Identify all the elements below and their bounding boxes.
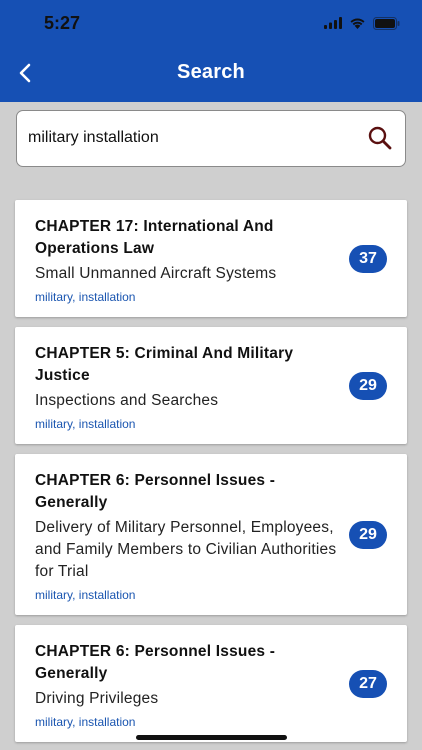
page-title: Search [177,61,245,83]
result-tags: military, installation [35,588,136,602]
result-count-badge: 27 [349,669,387,698]
search-bar [16,110,406,167]
result-card[interactable]: CHAPTER 6: Personnel Issues - Generally … [15,454,407,615]
result-chapter-title: CHAPTER 5: Criminal And Military Justice [35,345,294,384]
battery-icon [373,16,400,30]
signal-icon [324,17,342,29]
result-chapter-title: CHAPTER 17: International And Operations… [35,218,274,257]
result-section-title: Small Unmanned Aircraft Systems [35,265,277,282]
result-tags: military, installation [35,417,136,431]
search-input[interactable] [28,125,358,151]
result-chapter-title: CHAPTER 6: Personnel Issues - Generally [35,643,276,682]
result-section-title: Driving Privileges [35,690,159,707]
home-indicator[interactable] [136,735,287,740]
app-header: 5:27 Search [0,0,422,102]
results-list: CHAPTER 17: International And Operations… [15,200,407,750]
search-icon[interactable] [367,125,393,151]
result-count-badge: 37 [349,244,387,273]
result-tags: military, installation [35,715,136,729]
status-time: 5:27 [44,13,81,33]
wifi-icon [350,18,365,29]
result-chapter-title: CHAPTER 6: Personnel Issues - Generally [35,472,276,511]
result-card[interactable]: CHAPTER 5: Criminal And Military Justice… [15,327,407,444]
result-section-title: Inspections and Searches [35,392,219,409]
status-bar: 5:27 [0,0,422,46]
search-box [16,110,406,167]
nav-bar: Search [0,50,422,98]
result-card[interactable]: CHAPTER 17: International And Operations… [15,200,407,317]
status-icons [324,14,400,32]
result-count-badge: 29 [349,371,387,400]
result-count-badge: 29 [349,520,387,549]
result-tags: military, installation [35,290,136,304]
result-card[interactable]: CHAPTER 6: Personnel Issues - Generally … [15,625,407,742]
result-section-title: Delivery of Military Personnel, Employee… [35,519,337,580]
